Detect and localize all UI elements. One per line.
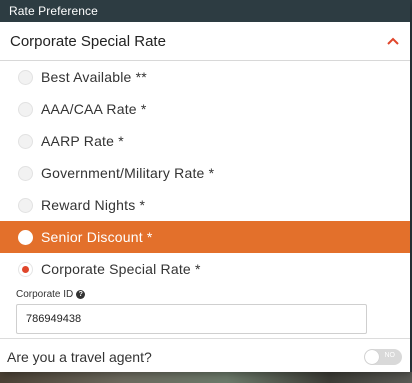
travel-agent-toggle[interactable]: NO xyxy=(364,348,402,365)
toggle-state-text: NO xyxy=(384,351,396,359)
option-label: Reward Nights * xyxy=(41,197,146,213)
option-aaa-caa[interactable]: AAA/CAA Rate * xyxy=(0,93,410,125)
corporate-id-section: Corporate ID ? xyxy=(0,287,410,334)
rate-preference-panel: Rate Preference Corporate Special Rate B… xyxy=(0,0,410,372)
toggle-knob xyxy=(365,349,379,364)
chevron-up-icon[interactable] xyxy=(386,36,400,46)
radio-button[interactable] xyxy=(18,165,33,181)
panel-title: Rate Preference xyxy=(0,0,410,22)
travel-agent-row: Are you a travel agent? NO xyxy=(0,338,410,374)
option-label: AARP Rate * xyxy=(41,133,124,149)
rate-select[interactable]: Corporate Special Rate xyxy=(0,22,410,61)
corporate-id-label-row: Corporate ID ? xyxy=(16,287,410,301)
option-government-military[interactable]: Government/Military Rate * xyxy=(0,157,410,189)
option-label: Government/Military Rate * xyxy=(41,165,215,181)
radio-button[interactable] xyxy=(18,197,33,213)
radio-button[interactable] xyxy=(18,69,33,85)
option-best-available[interactable]: Best Available ** xyxy=(0,61,410,93)
travel-agent-label: Are you a travel agent? xyxy=(7,348,152,365)
radio-button[interactable] xyxy=(18,101,33,117)
option-senior-discount[interactable]: Senior Discount * xyxy=(0,221,410,253)
option-label: Best Available ** xyxy=(41,69,147,85)
option-label: AAA/CAA Rate * xyxy=(41,101,147,117)
option-corporate-special-rate[interactable]: Corporate Special Rate * xyxy=(0,253,410,285)
corporate-id-input[interactable] xyxy=(16,304,367,334)
option-aarp[interactable]: AARP Rate * xyxy=(0,125,410,157)
option-reward-nights[interactable]: Reward Nights * xyxy=(0,189,410,221)
rate-options-list: Best Available ** AAA/CAA Rate * AARP Ra… xyxy=(0,61,410,285)
radio-button[interactable] xyxy=(18,229,33,245)
radio-button[interactable] xyxy=(18,133,33,149)
radio-button-selected[interactable] xyxy=(18,261,33,277)
option-label: Corporate Special Rate * xyxy=(41,261,201,277)
corporate-id-label: Corporate ID xyxy=(16,288,74,300)
rate-select-value: Corporate Special Rate xyxy=(10,32,166,50)
question-mark-icon[interactable]: ? xyxy=(76,289,86,299)
option-label: Senior Discount * xyxy=(41,229,153,245)
